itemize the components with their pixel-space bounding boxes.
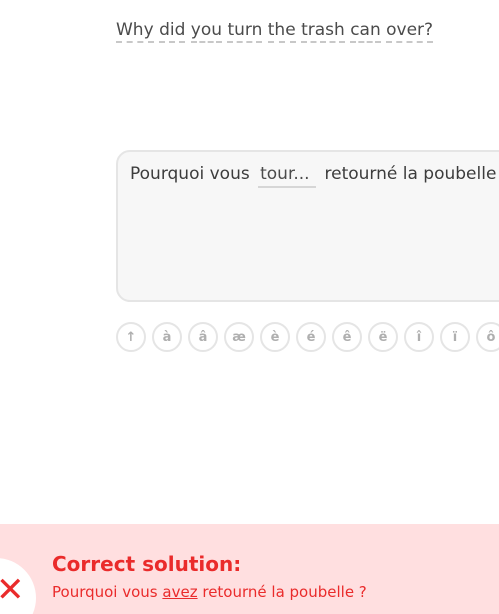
solution-before: Pourquoi vous bbox=[52, 583, 158, 601]
special-character-keyboard: ↑ à â æ è é ê ë î ï ô bbox=[116, 322, 499, 352]
solution-highlight: avez bbox=[162, 583, 198, 601]
correct-solution-text: Pourquoi vous avez retourné la poubelle … bbox=[52, 583, 367, 601]
shift-key[interactable]: ↑ bbox=[116, 322, 146, 352]
char-key[interactable]: è bbox=[260, 322, 290, 352]
char-key[interactable]: é bbox=[296, 322, 326, 352]
prompt-word[interactable]: the bbox=[267, 20, 296, 43]
char-key[interactable]: æ bbox=[224, 322, 254, 352]
answer-box: Pourquoi vous tour... retourné la poubel… bbox=[116, 150, 499, 302]
feedback-banner: ✕ Correct solution: Pourquoi vous avez r… bbox=[0, 524, 499, 614]
solution-after: retourné la poubelle ? bbox=[202, 583, 367, 601]
char-key[interactable]: ô bbox=[476, 322, 499, 352]
answer-text-after: retourné la poubelle ? bbox=[324, 164, 499, 184]
prompt-word[interactable]: can bbox=[350, 20, 381, 43]
incorrect-badge: ✕ bbox=[0, 558, 36, 614]
char-key[interactable]: à bbox=[152, 322, 182, 352]
prompt-word[interactable]: turn bbox=[227, 20, 263, 43]
prompt-word[interactable]: trash bbox=[301, 20, 345, 43]
prompt-sentence: Why did you turn the trash can over? bbox=[116, 20, 434, 43]
answer-text-before: Pourquoi vous bbox=[130, 164, 250, 184]
prompt-word[interactable]: over? bbox=[386, 20, 434, 43]
char-key[interactable]: ë bbox=[368, 322, 398, 352]
close-icon: ✕ bbox=[0, 570, 25, 610]
prompt-word[interactable]: Why bbox=[116, 20, 154, 43]
char-key[interactable]: ï bbox=[440, 322, 470, 352]
prompt-word[interactable]: you bbox=[190, 20, 223, 43]
prompt-word[interactable]: did bbox=[159, 20, 186, 43]
char-key[interactable]: â bbox=[188, 322, 218, 352]
exercise-screen: Why did you turn the trash can over? Pou… bbox=[0, 0, 499, 614]
answer-blank-input[interactable]: tour... bbox=[258, 164, 317, 188]
feedback-title: Correct solution: bbox=[52, 552, 242, 576]
char-key[interactable]: ê bbox=[332, 322, 362, 352]
char-key[interactable]: î bbox=[404, 322, 434, 352]
answer-sentence: Pourquoi vous tour... retourné la poubel… bbox=[130, 164, 499, 188]
